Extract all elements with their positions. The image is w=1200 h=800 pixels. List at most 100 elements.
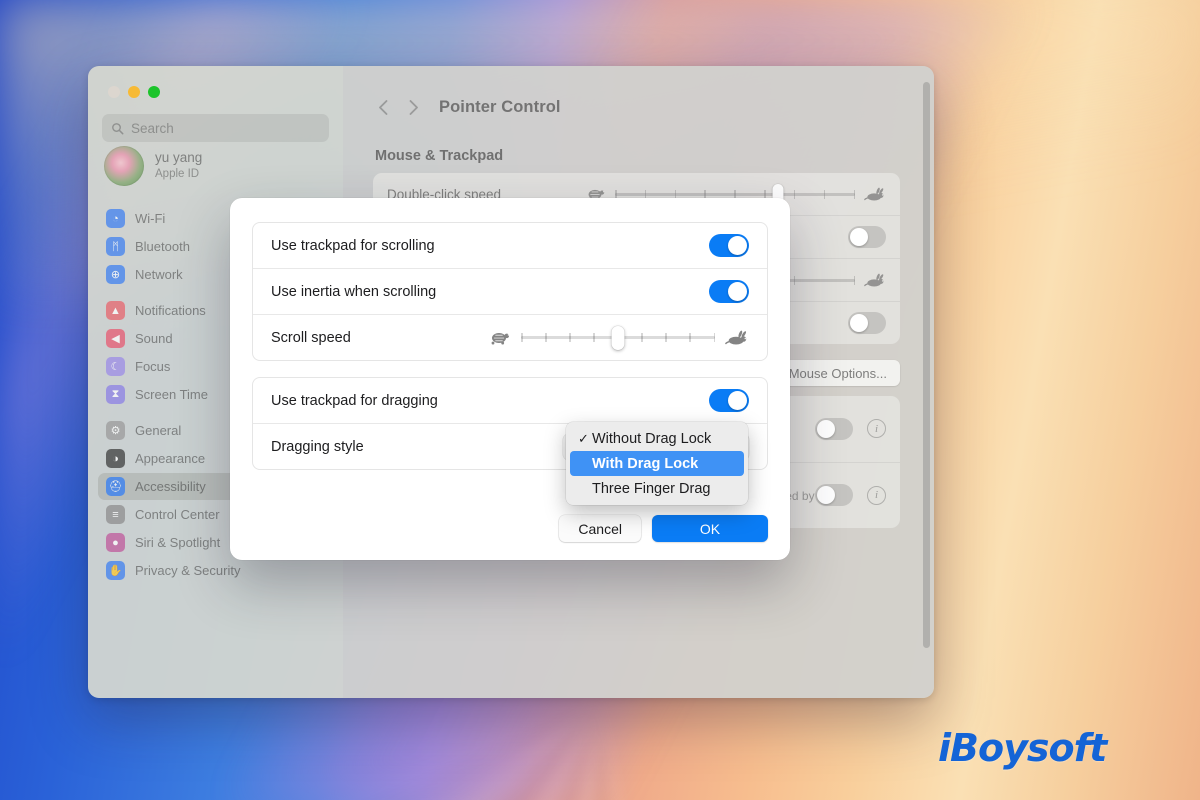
dropdown-item-label: Three Finger Drag <box>592 480 711 497</box>
rabbit-icon <box>864 273 884 287</box>
sheet-row: Use trackpad for scrolling <box>253 223 767 268</box>
sheet-row-label: Dragging style <box>271 438 364 455</box>
sheet-row-label: Use trackpad for dragging <box>271 392 438 409</box>
toggle-switch[interactable] <box>709 234 749 257</box>
page-title: Pointer Control <box>439 97 561 116</box>
search-input[interactable]: Search <box>102 114 329 142</box>
sidebar-item-label: Bluetooth <box>135 239 190 254</box>
toggle-knob <box>728 391 747 410</box>
back-button[interactable] <box>370 94 396 120</box>
toggle-switch[interactable] <box>815 484 853 507</box>
dropdown-item[interactable]: Three Finger Drag <box>570 476 744 501</box>
sidebar-item-privacy-security[interactable]: ✋ Privacy & Security <box>98 557 333 584</box>
hourglass-icon: ⧗ <box>106 385 125 404</box>
slider-knob[interactable] <box>611 325 625 350</box>
sidebar-item-label: Appearance <box>135 451 206 466</box>
maximize-button[interactable] <box>148 86 160 98</box>
sheet-action-buttons: Cancel OK <box>559 515 768 542</box>
slider-tick <box>521 333 523 342</box>
gear-icon: ⚙ <box>106 421 125 440</box>
toggle-switch[interactable] <box>848 226 886 248</box>
toggle-knob <box>817 419 835 438</box>
info-icon[interactable]: i <box>867 419 886 439</box>
search-icon <box>112 122 124 134</box>
sidebar-item-label: Control Center <box>135 507 220 522</box>
sidebar-item-label: Network <box>135 267 183 282</box>
bell-icon: ▲ <box>106 301 125 320</box>
toggle-switch[interactable] <box>815 417 853 440</box>
account-subtitle: Apple ID <box>155 168 200 181</box>
dropdown-item[interactable]: ✓ Without Drag Lock <box>570 426 744 451</box>
slider-tick <box>593 333 595 342</box>
sidebar-item-label: Focus <box>135 359 171 374</box>
toggle-knob <box>728 236 747 255</box>
slider-tick <box>823 189 826 199</box>
info-icon[interactable]: i <box>867 485 886 505</box>
slider-tick <box>569 333 571 342</box>
slider-tick <box>853 189 855 199</box>
sheet-row: Scroll speed <box>253 314 767 360</box>
slider-tick <box>793 275 796 285</box>
dropdown-item-label: Without Drag Lock <box>592 430 712 447</box>
avatar <box>104 146 144 186</box>
toggle-knob <box>850 314 868 332</box>
ok-button[interactable]: OK <box>652 515 768 542</box>
sheet-row-label: Use trackpad for scrolling <box>271 237 435 254</box>
section-title: Mouse & Trackpad <box>375 148 504 164</box>
siri-icon: ● <box>106 533 125 552</box>
slider-tick <box>665 333 667 342</box>
slider-tick <box>793 189 796 199</box>
globe-icon: ⊕ <box>106 265 125 284</box>
sheet-row-label: Scroll speed <box>271 329 351 346</box>
sidebar-item-label: Sound <box>135 331 173 346</box>
vertical-scrollbar[interactable] <box>923 82 930 648</box>
minimize-button[interactable] <box>128 86 140 98</box>
slider-tick <box>641 333 643 342</box>
hand-icon: ✋ <box>106 561 125 580</box>
sheet-row: Use inertia when scrolling <box>253 268 767 314</box>
iboysoft-logo: iBoysoft <box>938 726 1107 770</box>
dropdown-item-label: With Drag Lock <box>592 455 699 472</box>
slider-tick <box>853 275 855 285</box>
sheet-row: Use trackpad for dragging <box>253 378 767 423</box>
toggle-knob <box>850 228 868 246</box>
slider-control[interactable] <box>487 325 749 350</box>
sidebar-item-label: Accessibility <box>135 479 206 494</box>
trackpad-options-sheet: Use trackpad for scrolling Use inertia wh… <box>230 198 790 560</box>
sidebar-item-label: General <box>135 423 182 438</box>
sidebar-item-apple-account[interactable]: yu yang Apple ID <box>98 142 333 196</box>
contrast-icon: ◑ <box>106 449 125 468</box>
sidebar-item-label: Screen Time <box>135 387 208 402</box>
dropdown-item[interactable]: With Drag Lock <box>570 451 744 476</box>
slider-tick <box>689 333 691 342</box>
forward-button[interactable] <box>400 94 426 120</box>
sidebar-item-label: Wi-Fi <box>135 211 166 226</box>
search-placeholder-text: Search <box>131 120 174 136</box>
accessibility-icon: ⛑ <box>106 477 125 496</box>
mouse-options-button[interactable]: Mouse Options... <box>775 360 900 386</box>
toggle-knob <box>728 282 747 301</box>
sidebar-item-label: Privacy & Security <box>135 563 241 578</box>
account-name: yu yang <box>155 150 203 166</box>
moon-icon: ☾ <box>106 357 125 376</box>
turtle-icon <box>491 332 510 345</box>
scrolling-options-card: Use trackpad for scrolling Use inertia wh… <box>252 222 768 361</box>
rabbit-icon <box>725 330 747 345</box>
toggle-switch[interactable] <box>709 389 749 412</box>
wifi-icon: ◔ <box>106 209 125 228</box>
main-header: Pointer Control <box>343 66 934 126</box>
sheet-row-label: Use inertia when scrolling <box>271 283 437 300</box>
sliders-icon: ≡ <box>106 505 125 524</box>
sidebar-item-label: Notifications <box>135 303 206 318</box>
dragging-style-dropdown-menu[interactable]: ✓ Without Drag Lock With Drag Lock Three Fi… <box>566 422 748 505</box>
speaker-icon: ◀ <box>106 329 125 348</box>
checkmark-icon: ✓ <box>578 430 589 446</box>
rabbit-icon <box>864 187 884 201</box>
sidebar-item-label: Siri & Spotlight <box>135 535 221 550</box>
close-button[interactable] <box>108 86 120 98</box>
cancel-button[interactable]: Cancel <box>559 515 641 542</box>
toggle-switch[interactable] <box>848 312 886 334</box>
slider-tick <box>713 333 715 342</box>
toggle-switch[interactable] <box>709 280 749 303</box>
toggle-knob <box>817 486 835 505</box>
